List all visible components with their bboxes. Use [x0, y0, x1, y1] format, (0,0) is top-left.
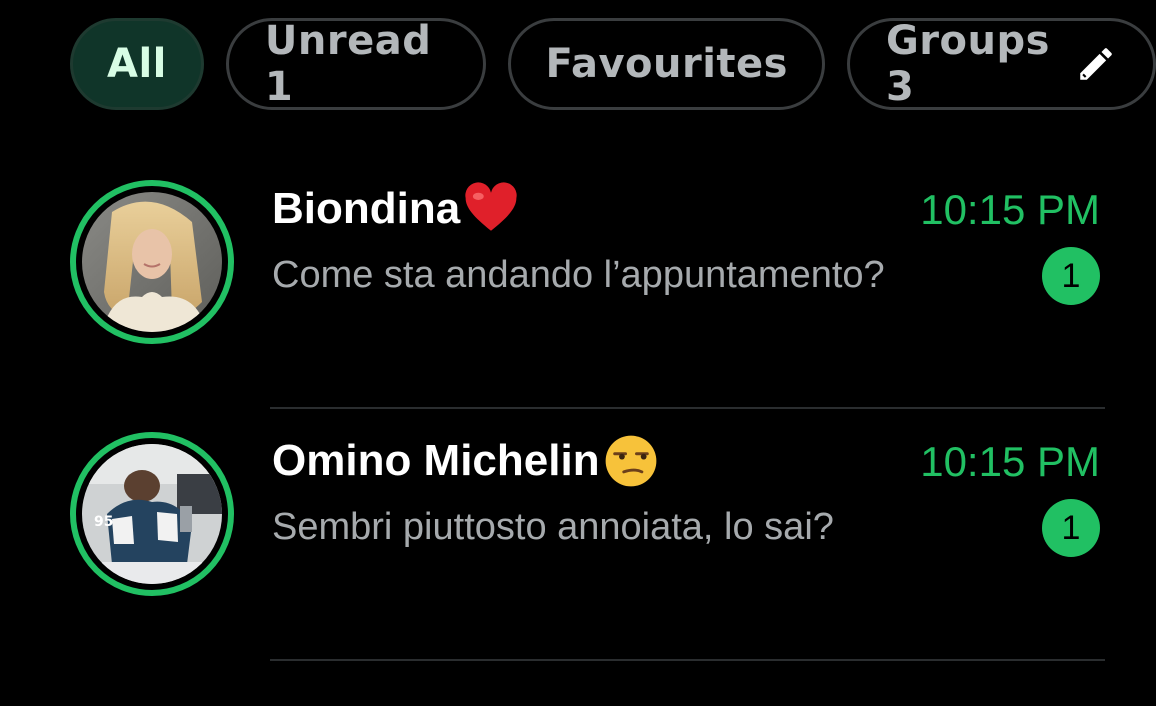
unread-count-badge: 1	[1042, 247, 1100, 305]
avatar	[82, 192, 222, 332]
avatar: 95	[82, 444, 222, 584]
divider	[270, 407, 1105, 409]
chat-message-preview: Come sta andando l’appuntamento?	[272, 254, 885, 296]
avatar-status-ring[interactable]	[70, 180, 234, 344]
chat-list-screen: All Unread 1 Favourites Groups 3 Biondin…	[0, 0, 1156, 706]
pencil-icon[interactable]	[1075, 43, 1117, 85]
filter-chip-all[interactable]: All	[70, 18, 204, 110]
filter-chip-unread-label: Unread 1	[264, 18, 432, 110]
divider	[270, 659, 1105, 661]
chat-timestamp: 10:15 PM	[920, 438, 1100, 485]
chat-name-text: Omino Michelin	[272, 436, 600, 485]
chat-message-preview: Sembri piuttosto annoiata, lo sai?	[272, 506, 834, 548]
filter-chip-groups-label: Groups 3	[885, 18, 1050, 110]
chat-row-biondina[interactable]: Biondina 10:15 PM Come sta andando l’app…	[0, 170, 1156, 410]
filter-chip-favourites-label: Favourites	[545, 41, 788, 87]
svg-text:95: 95	[94, 514, 113, 530]
filter-chip-favourites[interactable]: Favourites	[508, 18, 825, 110]
filter-chip-unread[interactable]: Unread 1	[225, 18, 487, 110]
chat-timestamp: 10:15 PM	[920, 186, 1100, 233]
filter-chip-bar: All Unread 1 Favourites Groups 3	[70, 18, 1156, 110]
chat-name: Omino Michelin	[272, 432, 660, 490]
chat-row-omino-michelin[interactable]: 95 Omino Michelin 10:15 PM Sembri piutto…	[0, 422, 1156, 662]
red-heart-emoji-icon	[462, 180, 520, 238]
chat-name-text: Biondina	[272, 184, 461, 233]
filter-chip-groups[interactable]: Groups 3	[846, 18, 1156, 110]
avatar-status-ring[interactable]: 95	[70, 432, 234, 596]
chat-name: Biondina	[272, 180, 520, 238]
filter-chip-all-label: All	[107, 41, 167, 87]
unread-count-badge: 1	[1042, 499, 1100, 557]
unamused-face-emoji-icon	[602, 432, 660, 490]
